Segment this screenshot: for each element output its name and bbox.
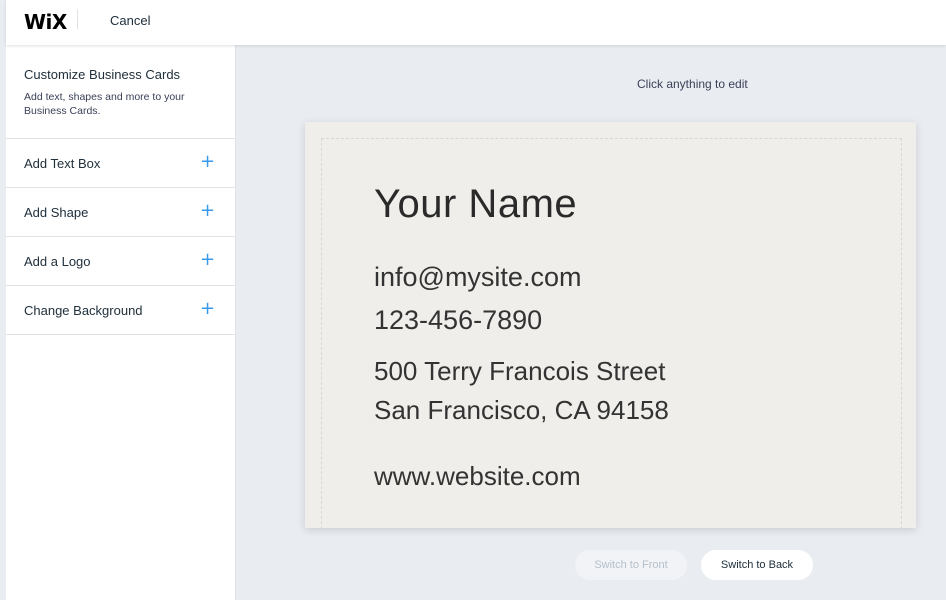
plus-icon[interactable]: + xyxy=(200,249,215,270)
panel-description: Add text, shapes and more to your Busine… xyxy=(24,91,185,117)
panel-header: Customize Business Cards Add text, shape… xyxy=(6,45,235,139)
add-text-box-item[interactable]: Add Text Box + xyxy=(6,139,235,188)
plus-icon[interactable]: + xyxy=(200,200,215,221)
wix-logo: WiX xyxy=(24,10,67,34)
sidebar-item-label: Add Shape xyxy=(24,205,89,220)
top-bar: WiX Cancel xyxy=(6,0,946,45)
divider xyxy=(77,9,78,29)
change-background-item[interactable]: Change Background + xyxy=(6,286,235,335)
card-name-text[interactable]: Your Name xyxy=(374,182,577,227)
card-address-line1[interactable]: 500 Terry Francois Street xyxy=(374,356,665,387)
business-card-preview[interactable]: Your Name info@mysite.com 123-456-7890 5… xyxy=(305,122,916,529)
sidebar-item-label: Add a Logo xyxy=(24,254,91,269)
sidebar-item-label: Change Background xyxy=(24,303,143,318)
plus-icon[interactable]: + xyxy=(200,151,215,172)
edit-hint: Click anything to edit xyxy=(637,77,748,91)
cancel-button[interactable]: Cancel xyxy=(110,13,150,28)
switch-to-front-button[interactable]: Switch to Front xyxy=(575,550,687,580)
card-email-text[interactable]: info@mysite.com xyxy=(374,262,581,293)
card-phone-text[interactable]: 123-456-7890 xyxy=(374,305,542,336)
add-shape-item[interactable]: Add Shape + xyxy=(6,188,235,237)
switch-to-back-button[interactable]: Switch to Back xyxy=(701,550,813,580)
add-logo-item[interactable]: Add a Logo + xyxy=(6,237,235,286)
card-address-line2[interactable]: San Francisco, CA 94158 xyxy=(374,395,669,426)
plus-icon[interactable]: + xyxy=(200,298,215,319)
card-website-text[interactable]: www.website.com xyxy=(374,461,581,492)
panel-title: Customize Business Cards xyxy=(24,67,181,82)
customize-panel: Customize Business Cards Add text, shape… xyxy=(6,45,236,600)
sidebar-item-label: Add Text Box xyxy=(24,156,101,171)
